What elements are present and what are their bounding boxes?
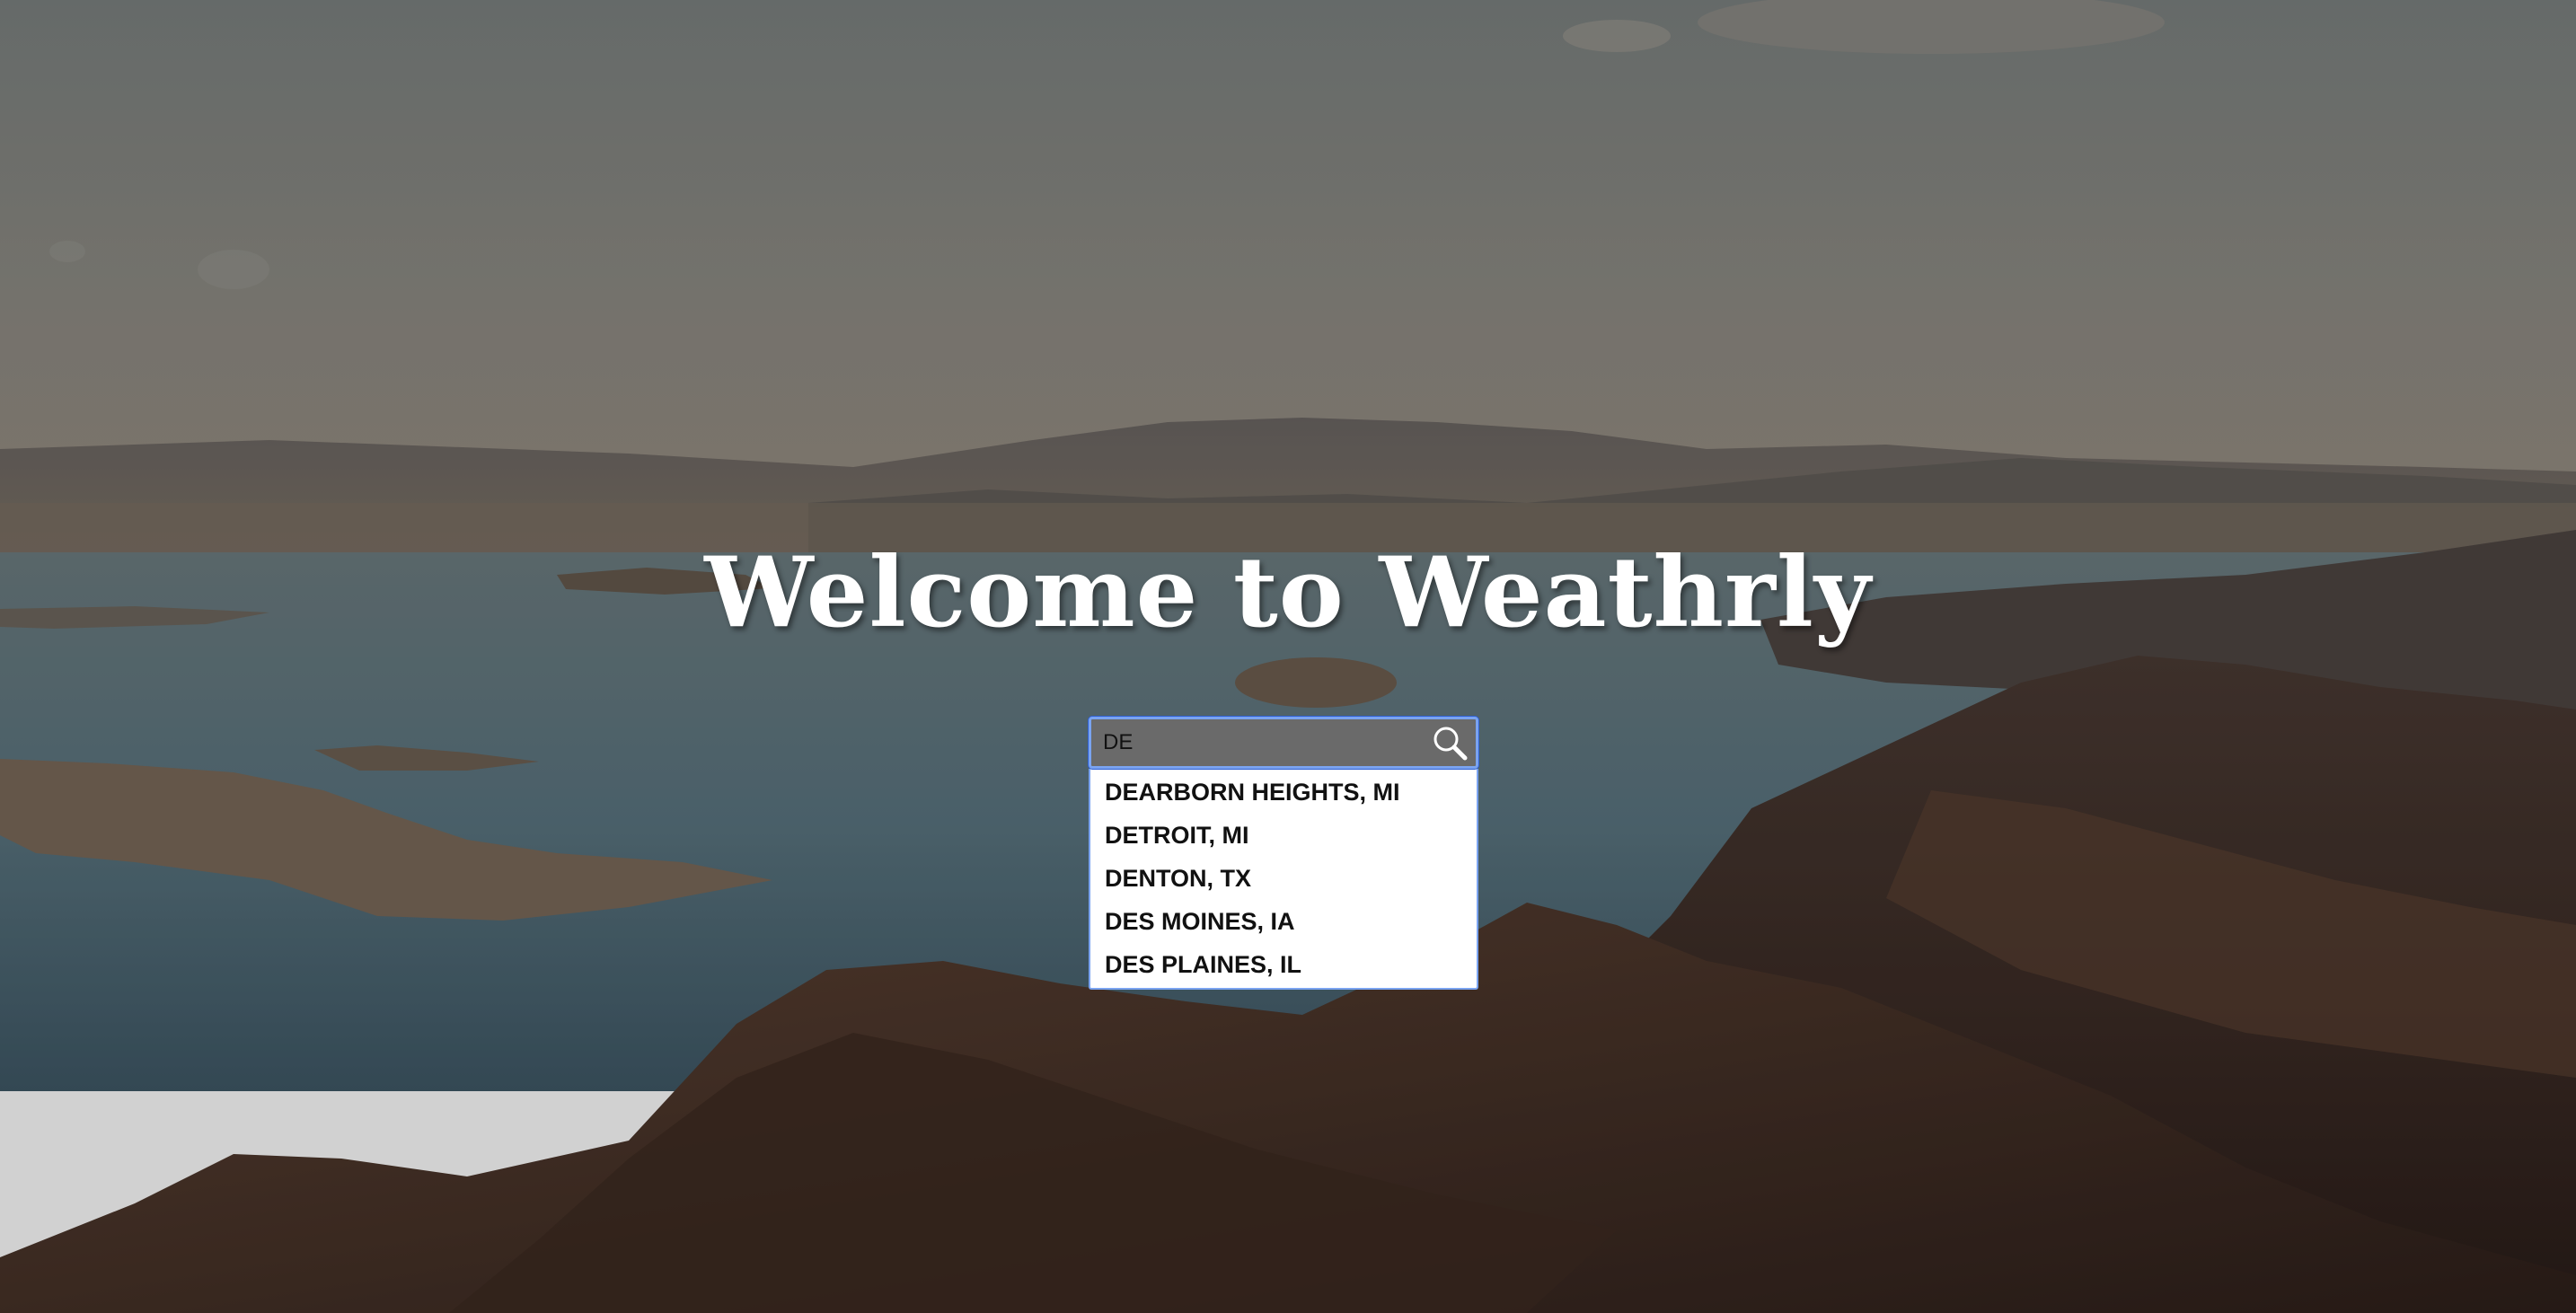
suggestion-item[interactable]: DES MOINES, IA [1090, 900, 1477, 943]
suggestions-dropdown: DEARBORN HEIGHTS, MI DETROIT, MI DENTON,… [1089, 769, 1478, 990]
search-icon [1434, 727, 1468, 761]
page-title: Welcome to Weathrly [704, 536, 1872, 649]
suggestion-item[interactable]: DES PLAINES, IL [1090, 943, 1477, 986]
suggestion-item[interactable]: DEARBORN HEIGHTS, MI [1090, 771, 1477, 814]
search-box [1089, 717, 1478, 769]
search-container: DEARBORN HEIGHTS, MI DETROIT, MI DENTON,… [1089, 717, 1478, 990]
suggestion-item[interactable]: DETROIT, MI [1090, 814, 1477, 857]
search-button[interactable] [1429, 723, 1470, 762]
search-input[interactable] [1091, 719, 1415, 766]
suggestion-item[interactable]: DENTON, TX [1090, 857, 1477, 900]
